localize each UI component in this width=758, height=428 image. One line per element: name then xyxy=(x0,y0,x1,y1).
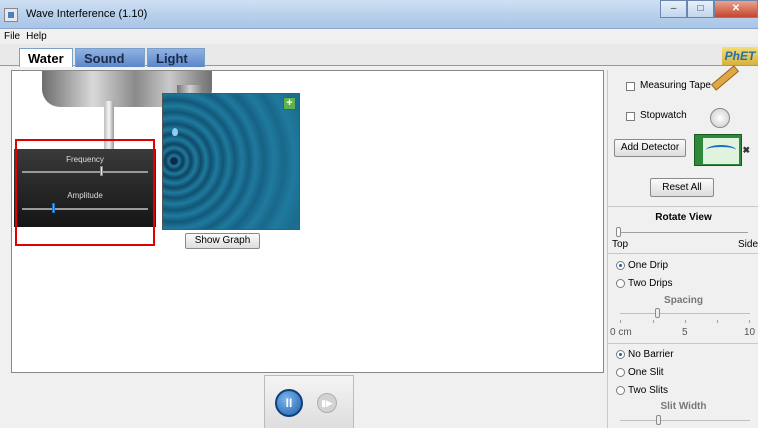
spacing-slider[interactable] xyxy=(620,313,750,314)
measuring-tape-checkbox[interactable] xyxy=(626,82,635,91)
slit-width-label: Slit Width xyxy=(660,401,707,412)
frequency-slider[interactable] xyxy=(22,171,148,173)
menu-bar: File Help xyxy=(0,29,758,44)
measuring-tape-label: Measuring Tape xyxy=(640,80,711,91)
divider xyxy=(608,253,758,254)
spacing-tick xyxy=(717,320,718,323)
two-drips-label: Two Drips xyxy=(628,278,673,289)
rotate-view-top-label: Top xyxy=(612,239,629,250)
spacing-tick-10: 10 xyxy=(744,327,756,338)
spacing-label: Spacing xyxy=(664,295,703,306)
amplitude-label: Amplitude xyxy=(67,191,103,200)
title-bar: Wave Interference (1.10) – □ ✕ xyxy=(0,0,758,29)
close-button[interactable]: ✕ xyxy=(714,0,758,18)
tab-water[interactable]: Water xyxy=(19,48,73,67)
detector-wave xyxy=(706,145,736,155)
two-slits-radio[interactable] xyxy=(616,386,625,395)
rotate-view-knob[interactable] xyxy=(616,227,621,237)
divider xyxy=(608,343,758,344)
module-tabs: Water Sound Light PhET xyxy=(0,44,758,67)
rotate-view-title: Rotate View xyxy=(655,212,712,223)
measuring-tape-icon xyxy=(710,65,740,91)
simulation-area: Frequency Amplitude + Show Graph xyxy=(11,70,604,373)
spacing-tick-0: 0 cm xyxy=(610,327,632,338)
frequency-label: Frequency xyxy=(66,155,104,164)
pause-button[interactable]: II xyxy=(275,389,303,417)
window-controls: – □ ✕ xyxy=(660,0,758,18)
menu-file[interactable]: File xyxy=(4,29,20,44)
two-slits-label: Two Slits xyxy=(628,385,669,396)
stopwatch-icon xyxy=(710,108,730,128)
stopwatch-label: Stopwatch xyxy=(640,110,687,121)
spacing-tick xyxy=(653,320,654,323)
detector-close-icon: ✖ xyxy=(742,145,750,155)
tab-sound[interactable]: Sound xyxy=(75,48,145,67)
spacing-slider-knob[interactable] xyxy=(655,308,660,318)
tab-light[interactable]: Light xyxy=(147,48,205,67)
reset-all-button[interactable]: Reset All xyxy=(650,178,714,197)
phet-logo[interactable]: PhET xyxy=(722,47,758,65)
rotate-view-side-label: Side xyxy=(738,239,758,250)
window-title: Wave Interference (1.10) xyxy=(26,8,148,20)
control-sidebar: Measuring Tape Stopwatch Add Detector ✖ … xyxy=(607,65,758,428)
amplitude-slider[interactable] xyxy=(22,208,148,210)
playback-controls: II ▮▶ xyxy=(264,375,354,428)
no-barrier-radio[interactable] xyxy=(616,350,625,359)
step-button[interactable]: ▮▶ xyxy=(317,393,337,413)
water-wave-view: + xyxy=(162,93,300,230)
amplitude-slider-knob[interactable] xyxy=(52,203,55,213)
add-detector-button[interactable]: Add Detector xyxy=(614,139,686,157)
show-graph-button[interactable]: Show Graph xyxy=(185,233,260,249)
spacing-tick xyxy=(749,320,750,323)
two-drips-radio[interactable] xyxy=(616,279,625,288)
slit-width-slider-knob[interactable] xyxy=(656,415,661,425)
faucet-pipe xyxy=(104,101,114,153)
faucet-control-panel: Frequency Amplitude xyxy=(14,149,156,227)
minimize-button[interactable]: – xyxy=(660,0,687,18)
spacing-tick xyxy=(620,320,621,323)
water-drop-icon xyxy=(172,128,178,136)
app-icon xyxy=(4,8,18,22)
rotate-view-track[interactable] xyxy=(618,232,748,233)
divider xyxy=(608,206,758,207)
stopwatch-checkbox[interactable] xyxy=(626,112,635,121)
one-drip-radio[interactable] xyxy=(616,261,625,270)
spacing-tick-5: 5 xyxy=(682,327,688,338)
add-source-button[interactable]: + xyxy=(283,97,296,110)
menu-help[interactable]: Help xyxy=(26,29,47,44)
frequency-slider-knob[interactable] xyxy=(100,166,103,176)
one-drip-label: One Drip xyxy=(628,260,669,271)
slit-width-slider[interactable] xyxy=(620,420,750,421)
detector-chart-icon: ✖ xyxy=(694,134,750,166)
no-barrier-label: No Barrier xyxy=(628,349,674,360)
one-slit-radio[interactable] xyxy=(616,368,625,377)
spacing-tick xyxy=(685,320,686,323)
maximize-button[interactable]: □ xyxy=(687,0,714,18)
one-slit-label: One Slit xyxy=(628,367,664,378)
